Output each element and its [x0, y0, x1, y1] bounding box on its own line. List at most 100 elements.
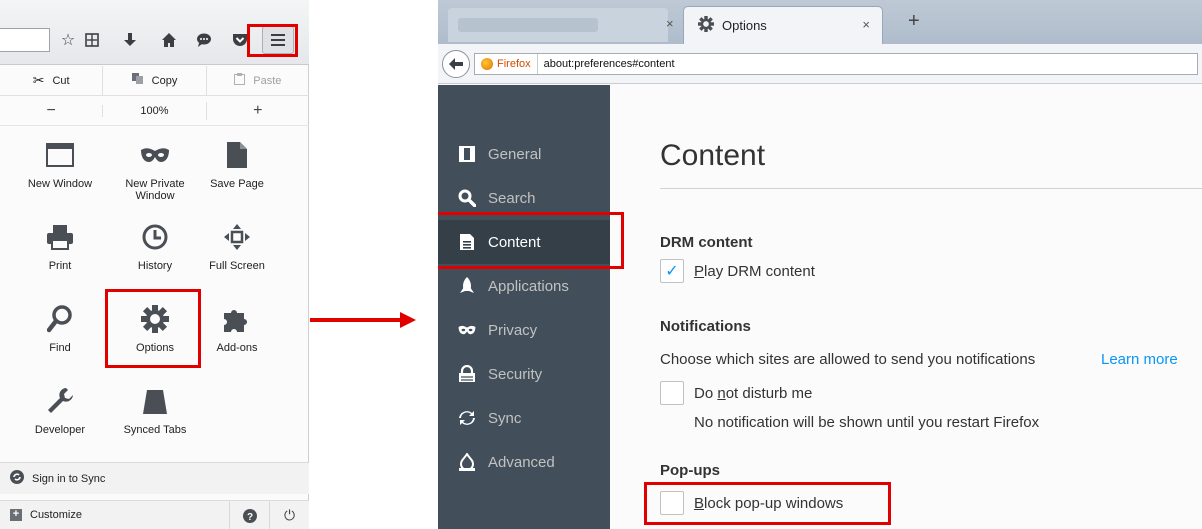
print-icon [42, 220, 78, 254]
new-tab-button[interactable]: + [908, 10, 920, 33]
url-bar[interactable]: Firefox about:preferences#content [474, 53, 1198, 75]
quit-icon[interactable]: ⏻ [269, 501, 309, 529]
firefox-menu-panel: ☆ ✂ Cut Copy Paste − 100% + New Window N… [0, 0, 309, 529]
do-not-disturb-note: No notification will be shown until you … [694, 414, 1040, 431]
cut-label: Cut [52, 74, 70, 87]
wrench-icon [42, 384, 78, 418]
history-button[interactable]: History [113, 220, 197, 296]
new-window-icon [42, 138, 78, 172]
download-icon[interactable] [120, 30, 140, 50]
do-not-disturb-row[interactable]: Do not disturb me [660, 381, 812, 405]
highlight-block-popups [644, 482, 891, 525]
close-icon[interactable]: × [862, 17, 870, 32]
paste-button[interactable]: Paste [205, 66, 309, 95]
customize-icon: + [10, 509, 22, 521]
copy-button[interactable]: Copy [102, 66, 205, 95]
tab-blurred[interactable] [448, 8, 668, 42]
find-icon [42, 302, 78, 336]
chat-icon[interactable] [194, 30, 214, 50]
lock-icon [458, 365, 476, 383]
learn-more-link[interactable]: Learn more [1101, 351, 1178, 368]
back-button[interactable] [442, 50, 470, 78]
identity-box[interactable]: Firefox [475, 54, 538, 74]
customize-bar: + Customize ? ⏻ [0, 500, 309, 529]
sign-in-to-sync-button[interactable]: Sign in to Sync [0, 462, 309, 494]
menu-item-label: History [137, 260, 173, 272]
sidebar-item-label: Search [488, 189, 536, 207]
prefs-content: Content DRM content ✓ Play DRM content N… [610, 85, 1202, 529]
arrow-line [310, 318, 402, 322]
tab-title: Options [722, 18, 767, 33]
paste-label: Paste [253, 74, 282, 87]
zoom-out-button[interactable]: − [0, 102, 102, 120]
page-title: Content [660, 139, 766, 172]
popups-heading: Pop-ups [660, 462, 720, 479]
tab-strip: × Options × + [438, 0, 1202, 44]
sidebar-item-general[interactable]: General [438, 132, 610, 176]
close-icon[interactable]: × [666, 16, 674, 31]
copy-label: Copy [151, 74, 178, 87]
zoom-reset-button[interactable]: 100% [102, 104, 205, 117]
find-button[interactable]: Find [18, 302, 102, 378]
divider [660, 188, 1202, 189]
menu-item-label: New Window [27, 178, 93, 190]
menu-item-label: Find [49, 342, 71, 354]
menu-item-label: Synced Tabs [123, 424, 187, 436]
sidebar-item-security[interactable]: Security [438, 352, 610, 396]
full-screen-icon [219, 220, 255, 254]
notifications-description: Choose which sites are allowed to send y… [660, 351, 1036, 368]
menu-item-label: Print [48, 260, 72, 272]
sync-icon [10, 470, 24, 487]
sidebar-item-label: General [488, 145, 542, 163]
notifications-heading: Notifications [660, 318, 751, 335]
save-page-button[interactable]: Save Page [195, 138, 279, 214]
full-screen-button[interactable]: Full Screen [195, 220, 279, 296]
back-arrow-icon [449, 58, 463, 70]
svg-text:?: ? [246, 512, 252, 523]
search-box-stub[interactable] [0, 28, 50, 52]
menu-item-label: Developer [34, 424, 86, 436]
paste-icon [234, 73, 246, 88]
edit-controls: ✂ Cut Copy Paste [0, 66, 309, 96]
arrow-head [400, 312, 416, 328]
add-ons-button[interactable]: Add-ons [195, 302, 279, 378]
play-drm-row[interactable]: ✓ Play DRM content [660, 259, 815, 283]
sidebar-item-advanced[interactable]: Advanced [438, 440, 610, 484]
sidebar-item-privacy[interactable]: Privacy [438, 308, 610, 352]
sidebar-item-label: Security [488, 365, 543, 383]
new-private-window-button[interactable]: New Private Window [113, 138, 197, 214]
print-button[interactable]: Print [18, 220, 102, 296]
developer-button[interactable]: Developer [18, 384, 102, 460]
home-icon[interactable] [159, 30, 179, 50]
menu-item-label: New Private Window [125, 178, 185, 202]
identity-label: Firefox [497, 58, 531, 70]
cut-button[interactable]: ✂ Cut [0, 66, 102, 95]
customize-button[interactable]: Customize [30, 509, 82, 521]
new-window-button[interactable]: New Window [18, 138, 102, 214]
nav-bar: Firefox about:preferences#content [438, 44, 1202, 84]
play-drm-checkbox[interactable]: ✓ [660, 259, 684, 283]
sidebar-item-sync[interactable]: Sync [438, 396, 610, 440]
firefox-logo-icon [481, 58, 493, 70]
sync-icon [458, 409, 476, 427]
star-icon[interactable]: ☆ [58, 30, 78, 50]
prefs-sidebar: General Search Content Applications Priv… [438, 85, 610, 529]
sidebar-item-applications[interactable]: Applications [438, 264, 610, 308]
reading-list-icon[interactable] [82, 30, 102, 50]
synced-tabs-button[interactable]: Synced Tabs [113, 384, 197, 460]
do-not-disturb-checkbox[interactable] [660, 381, 684, 405]
synced-tabs-icon [137, 384, 173, 418]
search-icon [458, 189, 476, 207]
sidebar-item-label: Privacy [488, 321, 538, 339]
mask-icon [137, 138, 173, 172]
mask-icon [458, 321, 476, 339]
scissors-icon: ✂ [32, 72, 45, 88]
drm-heading: DRM content [660, 234, 753, 251]
history-icon [137, 220, 173, 254]
help-icon[interactable]: ? [229, 501, 269, 529]
zoom-in-button[interactable]: + [205, 101, 309, 120]
tab-options[interactable]: Options × [683, 6, 883, 44]
highlight-hamburger [247, 24, 298, 57]
gear-icon [698, 16, 714, 35]
sidebar-item-label: Advanced [488, 453, 555, 471]
